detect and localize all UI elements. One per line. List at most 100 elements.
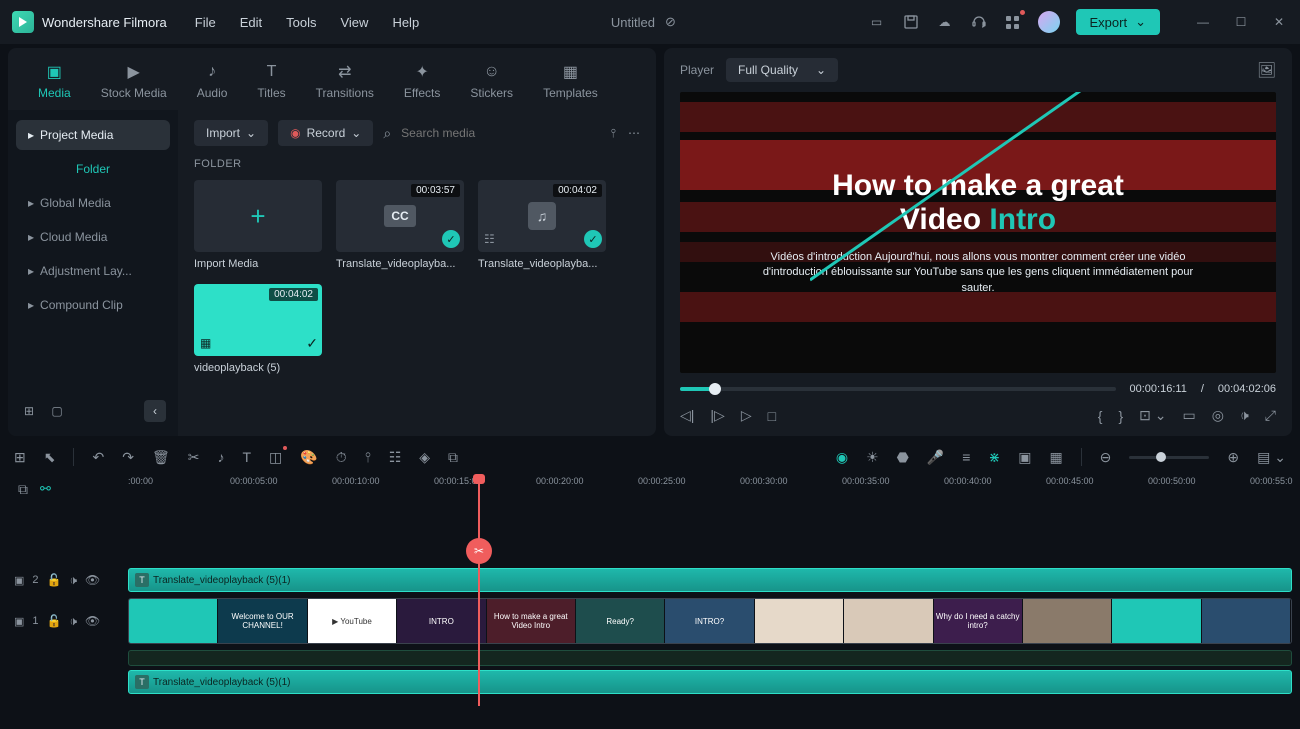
picture-icon[interactable]: ▣ (1018, 449, 1031, 466)
menu-help[interactable]: Help (392, 15, 419, 30)
scissors-icon[interactable]: ✂ (466, 538, 492, 564)
track-add-icon[interactable]: ⧉ (18, 481, 28, 498)
enhance-icon[interactable]: ☀ (866, 449, 879, 466)
player-panel: Player Full Quality⌄ 🖼 How to make a gre… (664, 48, 1292, 436)
playhead[interactable]: ✂ (478, 476, 480, 706)
link-icon[interactable]: ⚯ (40, 481, 51, 497)
more-icon[interactable]: ⋯ (628, 126, 640, 140)
media-card-2[interactable]: 00:04:02 ☷ ♫ ✓ Translate_videoplayba... (478, 180, 606, 270)
sidebar-collapse[interactable]: ‹ (144, 400, 166, 422)
sidebar-cloud-media[interactable]: ▸Cloud Media (16, 222, 170, 252)
save-icon[interactable] (902, 13, 920, 31)
ruler-tick: 00:00:10:00 (332, 476, 380, 486)
visible-icon[interactable]: 👁 (85, 614, 100, 628)
sidebar-adjustment-layer[interactable]: ▸Adjustment Lay... (16, 256, 170, 286)
timeline-ruler[interactable]: :00:0000:00:05:0000:00:10:0000:00:15:000… (128, 476, 1292, 502)
new-folder-icon[interactable]: ⊞ (20, 402, 38, 420)
media-card-3[interactable]: 00:04:02 ▦ ✓ videoplayback (5) (194, 284, 322, 374)
prev-frame-icon[interactable]: ◁| (680, 407, 694, 424)
mixer-icon[interactable]: ≡ (962, 449, 970, 465)
subtitle-icon[interactable]: ☷ (389, 449, 402, 466)
snapshot-icon[interactable]: 🖼 (1257, 61, 1276, 79)
cloud-icon[interactable]: ☁ (936, 13, 954, 31)
media-card-1[interactable]: 00:03:57 CC ✓ Translate_videoplayba... (336, 180, 464, 270)
mute-icon[interactable]: 🕩 (69, 573, 77, 588)
sidebar-project-media[interactable]: ▸Project Media (16, 120, 170, 150)
marker-icon[interactable]: ⬣ (897, 449, 909, 466)
lock-icon[interactable]: 🔓 (47, 614, 62, 628)
select-tool-icon[interactable]: ⬉ (44, 449, 56, 466)
video-clip[interactable]: Welcome to OUR CHANNEL!▶ YouTubeINTROHow… (128, 598, 1292, 644)
stop-icon[interactable]: □ (768, 408, 776, 424)
export-button[interactable]: Export ⌄ (1076, 9, 1160, 35)
menu-edit[interactable]: Edit (240, 15, 262, 30)
next-frame-icon[interactable]: |▷ (710, 407, 724, 424)
apps-icon[interactable] (1004, 13, 1022, 31)
visible-icon[interactable]: 👁 (85, 573, 100, 587)
volume-icon[interactable]: 🕩 (1240, 407, 1249, 424)
zoom-slider[interactable] (1129, 456, 1209, 459)
window-close[interactable]: ✕ (1270, 13, 1288, 31)
aspect-icon[interactable]: ⊡ ⌄ (1139, 407, 1166, 424)
tab-titles[interactable]: TTitles (247, 58, 295, 104)
tab-templates[interactable]: ▦Templates (533, 58, 608, 104)
magnet-icon[interactable]: ⋇ (988, 449, 1000, 466)
tab-stock-media[interactable]: ▶Stock Media (91, 58, 177, 104)
sidebar-compound-clip[interactable]: ▸Compound Clip (16, 290, 170, 320)
tab-effects[interactable]: ✦Effects (394, 58, 450, 104)
window-minimize[interactable]: — (1194, 13, 1212, 31)
crop-tool-icon[interactable]: ◫ (269, 449, 282, 466)
tab-transitions[interactable]: ⇄Transitions (306, 58, 384, 104)
menu-view[interactable]: View (340, 15, 368, 30)
color-icon[interactable]: 🎨 (300, 449, 317, 466)
folder-icon[interactable]: ▢ (48, 402, 66, 420)
zoom-out-icon[interactable]: ⊖ (1100, 449, 1112, 466)
zoom-in-icon[interactable]: ⊕ (1227, 449, 1239, 466)
mark-out-icon[interactable]: } (1118, 408, 1123, 424)
undo-icon[interactable]: ↶ (92, 449, 104, 466)
tab-media[interactable]: ▣Media (28, 58, 81, 104)
filter-icon[interactable]: ⫯ (611, 126, 616, 141)
audio-clip[interactable] (128, 650, 1292, 666)
user-avatar[interactable] (1038, 11, 1060, 33)
quality-dropdown[interactable]: Full Quality⌄ (726, 58, 838, 82)
preview-area[interactable]: How to make a great Video Intro Vidéos d… (680, 92, 1276, 373)
tab-stickers[interactable]: ☺Stickers (460, 58, 523, 104)
text-clip[interactable]: TTranslate_videoplayback (5)(1) (128, 568, 1292, 592)
sidebar-global-media[interactable]: ▸Global Media (16, 188, 170, 218)
render-icon[interactable]: ▦ (1049, 449, 1062, 466)
mic-icon[interactable]: 🎤 (927, 449, 944, 466)
menu-tools[interactable]: Tools (286, 15, 316, 30)
redo-icon[interactable]: ↷ (122, 449, 134, 466)
device-icon[interactable]: ▭ (868, 13, 886, 31)
group-icon[interactable]: ⧉ (448, 449, 458, 466)
play-icon[interactable]: ▷ (741, 407, 752, 424)
lock-icon[interactable]: 🔓 (47, 573, 62, 587)
window-maximize[interactable]: ☐ (1232, 13, 1250, 31)
record-dropdown[interactable]: ◉Record⌄ (278, 120, 373, 146)
ai-icon[interactable]: ◉ (836, 449, 848, 466)
text-tool-icon[interactable]: T (242, 449, 251, 465)
delete-icon[interactable]: 🗑 (152, 449, 170, 466)
sidebar-folder[interactable]: Folder (16, 154, 170, 184)
mute-icon[interactable]: 🕩 (69, 614, 77, 629)
layout-icon[interactable]: ⊞ (14, 449, 26, 466)
speed-icon[interactable]: ⏱ (336, 449, 347, 466)
adjust-icon[interactable]: ⫯ (365, 449, 371, 466)
import-dropdown[interactable]: Import⌄ (194, 120, 268, 146)
progress-slider[interactable] (680, 387, 1116, 391)
fullscreen-icon[interactable]: ⤢ (1265, 407, 1276, 424)
support-icon[interactable] (970, 13, 988, 31)
mark-in-icon[interactable]: { (1098, 408, 1103, 424)
search-input[interactable] (401, 126, 601, 140)
keyframe-icon[interactable]: ◈ (419, 449, 430, 466)
text-clip-2[interactable]: TTranslate_videoplayback (5)(1) (128, 670, 1292, 694)
camera-icon[interactable]: ◎ (1212, 407, 1224, 424)
menu-file[interactable]: File (195, 15, 216, 30)
import-media-card[interactable]: + Import Media (194, 180, 322, 270)
music-tool-icon[interactable]: ♪ (217, 449, 224, 465)
split-icon[interactable]: ✂ (188, 449, 200, 466)
display-icon[interactable]: ▭ (1183, 407, 1196, 424)
timeline-view-icon[interactable]: ▤ ⌄ (1257, 449, 1286, 466)
tab-audio[interactable]: ♪Audio (187, 58, 238, 104)
